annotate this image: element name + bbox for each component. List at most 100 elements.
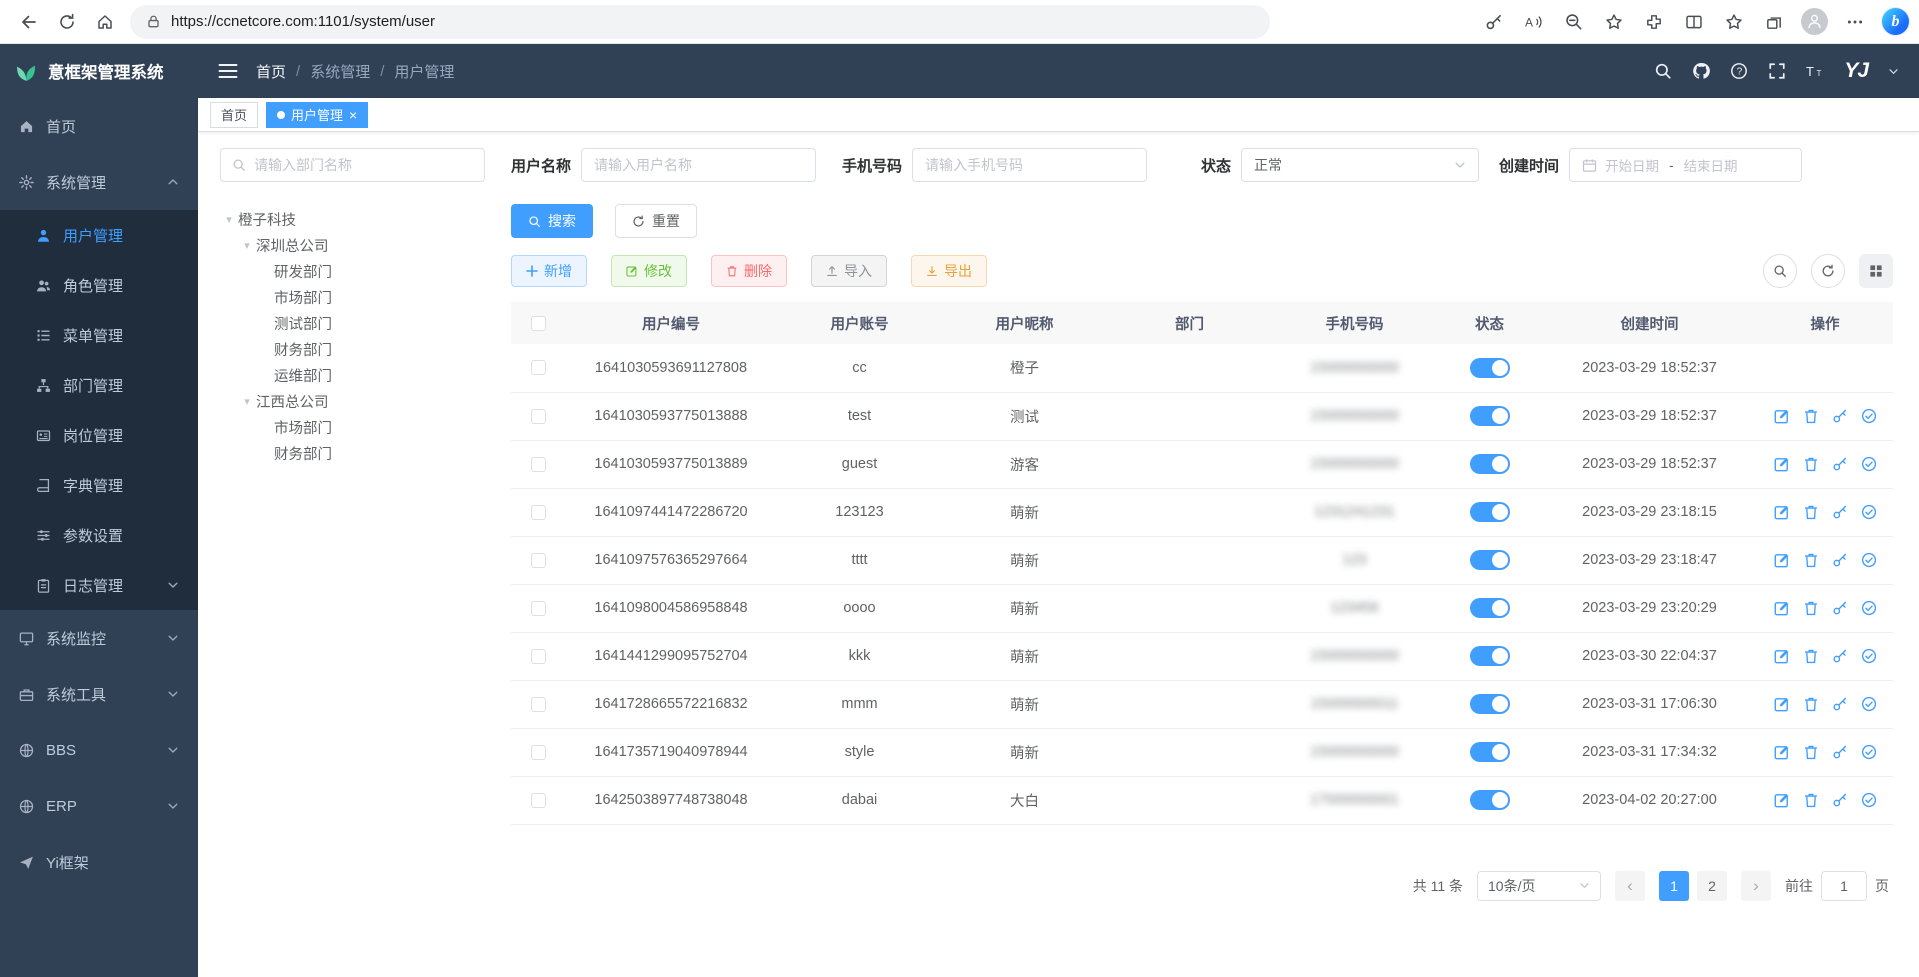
sidebar-item-system-mgmt[interactable]: 系统管理 — [0, 154, 198, 210]
delete-row-icon[interactable] — [1803, 792, 1819, 808]
reset-password-icon[interactable] — [1832, 408, 1848, 424]
status-toggle[interactable] — [1470, 454, 1510, 474]
edit-row-icon[interactable] — [1774, 600, 1790, 616]
app-logo[interactable]: 意框架管理系统 — [0, 44, 198, 98]
sidebar-item-erp[interactable]: ERP — [0, 778, 198, 834]
assign-role-icon[interactable] — [1861, 600, 1877, 616]
tree-expand-icon[interactable]: ▾ — [238, 395, 256, 408]
page-button-1[interactable]: 1 — [1659, 871, 1689, 901]
row-checkbox[interactable] — [531, 553, 546, 568]
user-menu-caret-icon[interactable] — [1888, 66, 1899, 77]
status-toggle[interactable] — [1470, 646, 1510, 666]
delete-row-icon[interactable] — [1803, 552, 1819, 568]
tree-node[interactable]: ▾江西总公司 — [220, 388, 485, 414]
export-button[interactable]: 导出 — [911, 255, 987, 287]
status-toggle[interactable] — [1470, 358, 1510, 378]
header-search-icon[interactable] — [1654, 62, 1672, 80]
row-checkbox[interactable] — [531, 697, 546, 712]
edit-row-icon[interactable] — [1774, 456, 1790, 472]
status-toggle[interactable] — [1470, 742, 1510, 762]
assign-role-icon[interactable] — [1861, 408, 1877, 424]
reset-password-icon[interactable] — [1832, 648, 1848, 664]
status-toggle[interactable] — [1470, 598, 1510, 618]
refresh-table-button[interactable] — [1811, 254, 1845, 288]
row-checkbox[interactable] — [531, 360, 546, 375]
reset-password-icon[interactable] — [1832, 504, 1848, 520]
favorites-button[interactable] — [1715, 4, 1753, 40]
tab-close-icon[interactable]: × — [349, 108, 357, 122]
row-checkbox[interactable] — [531, 409, 546, 424]
breadcrumb-item[interactable]: 用户管理 — [394, 61, 454, 82]
split-screen-button[interactable] — [1675, 4, 1713, 40]
tree-node[interactable]: 运维部门 — [220, 362, 485, 388]
date-range-picker[interactable]: 开始日期 - 结束日期 — [1569, 148, 1802, 182]
sidebar-item-user-mgmt[interactable]: 用户管理 — [0, 210, 198, 260]
tree-node[interactable]: 市场部门 — [220, 414, 485, 440]
reset-password-icon[interactable] — [1832, 552, 1848, 568]
reload-button[interactable] — [48, 4, 86, 40]
delete-row-icon[interactable] — [1803, 504, 1819, 520]
browser-menu-button[interactable] — [1836, 4, 1874, 40]
reset-password-icon[interactable] — [1832, 744, 1848, 760]
reset-password-icon[interactable] — [1832, 600, 1848, 616]
select-all-checkbox[interactable] — [531, 316, 546, 331]
tab-用户管理[interactable]: 用户管理× — [266, 102, 368, 128]
edit-row-icon[interactable] — [1774, 792, 1790, 808]
edit-row-icon[interactable] — [1774, 408, 1790, 424]
sidebar-toggle-icon[interactable] — [218, 62, 238, 80]
row-checkbox[interactable] — [531, 649, 546, 664]
delete-row-icon[interactable] — [1803, 600, 1819, 616]
reset-password-icon[interactable] — [1832, 696, 1848, 712]
status-toggle[interactable] — [1470, 502, 1510, 522]
help-icon[interactable]: ? — [1730, 62, 1748, 80]
row-checkbox[interactable] — [531, 505, 546, 520]
tree-node[interactable]: 研发部门 — [220, 258, 485, 284]
reset-password-icon[interactable] — [1832, 456, 1848, 472]
tree-node[interactable]: 财务部门 — [220, 440, 485, 466]
sidebar-item-system-monitor[interactable]: 系统监控 — [0, 610, 198, 666]
tree-expand-icon[interactable]: ▾ — [238, 239, 256, 252]
sidebar-item-param-settings[interactable]: 参数设置 — [0, 510, 198, 560]
delete-row-icon[interactable] — [1803, 648, 1819, 664]
breadcrumb-item[interactable]: 首页 — [256, 61, 286, 82]
tree-node[interactable]: 市场部门 — [220, 284, 485, 310]
delete-row-icon[interactable] — [1803, 408, 1819, 424]
sidebar-item-dict-mgmt[interactable]: 字典管理 — [0, 460, 198, 510]
delete-row-icon[interactable] — [1803, 744, 1819, 760]
tree-node[interactable]: 财务部门 — [220, 336, 485, 362]
add-favorite-button[interactable] — [1595, 4, 1633, 40]
delete-button[interactable]: 删除 — [711, 255, 787, 287]
sidebar-item-yi-framework[interactable]: Yi框架 — [0, 834, 198, 890]
add-button[interactable]: 新增 — [511, 255, 587, 287]
assign-role-icon[interactable] — [1861, 504, 1877, 520]
password-button[interactable] — [1475, 4, 1513, 40]
status-toggle[interactable] — [1470, 694, 1510, 714]
status-select[interactable]: 正常 — [1241, 148, 1479, 182]
user-logo[interactable]: YJ — [1844, 59, 1868, 83]
reset-button[interactable]: 重置 — [615, 204, 697, 238]
assign-role-icon[interactable] — [1861, 648, 1877, 664]
status-toggle[interactable] — [1470, 550, 1510, 570]
import-button[interactable]: 导入 — [811, 255, 887, 287]
sidebar-item-home[interactable]: 首页 — [0, 98, 198, 154]
back-button[interactable] — [10, 4, 48, 40]
status-toggle[interactable] — [1470, 790, 1510, 810]
delete-row-icon[interactable] — [1803, 456, 1819, 472]
edit-row-icon[interactable] — [1774, 648, 1790, 664]
assign-role-icon[interactable] — [1861, 456, 1877, 472]
page-size-select[interactable]: 10条/页 — [1477, 871, 1601, 901]
zoom-button[interactable] — [1555, 4, 1593, 40]
sidebar-item-dept-mgmt[interactable]: 部门管理 — [0, 360, 198, 410]
assign-role-icon[interactable] — [1861, 744, 1877, 760]
browser-profile-avatar[interactable] — [1801, 8, 1828, 35]
phone-input[interactable] — [925, 157, 1134, 173]
next-page-button[interactable]: › — [1741, 871, 1771, 901]
font-size-icon[interactable]: TT — [1806, 62, 1824, 80]
edit-row-icon[interactable] — [1774, 504, 1790, 520]
collections-button[interactable] — [1755, 4, 1793, 40]
row-checkbox[interactable] — [531, 793, 546, 808]
sidebar-item-bbs[interactable]: BBS — [0, 722, 198, 778]
modify-button[interactable]: 修改 — [611, 255, 687, 287]
edit-row-icon[interactable] — [1774, 696, 1790, 712]
assign-role-icon[interactable] — [1861, 792, 1877, 808]
